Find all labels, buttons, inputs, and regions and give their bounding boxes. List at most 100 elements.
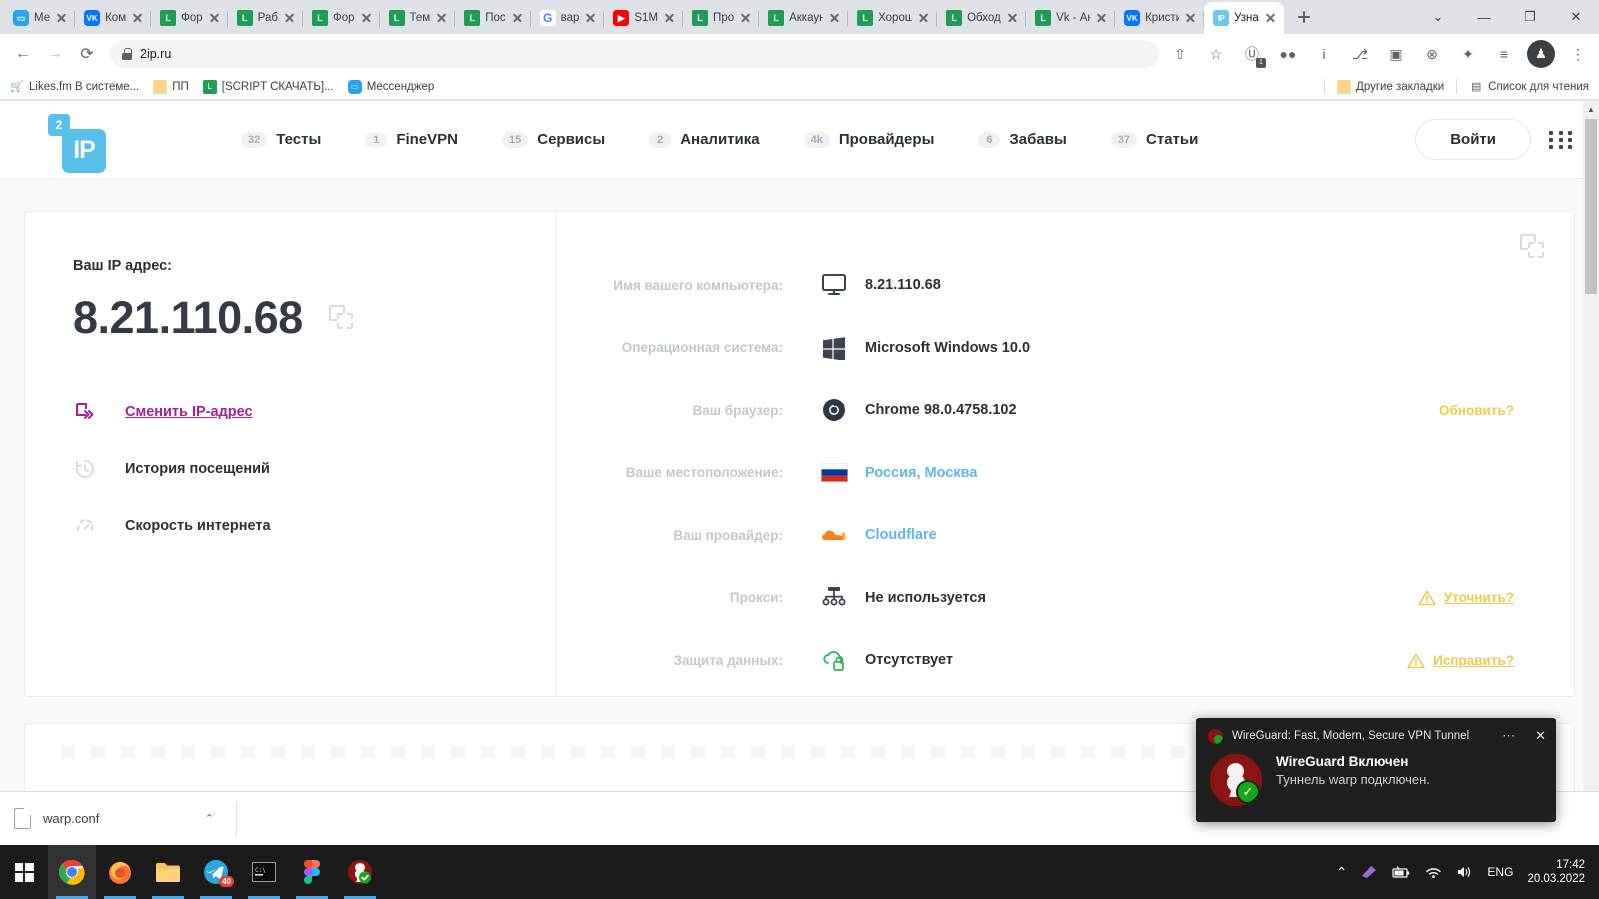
volume-icon[interactable] — [1456, 865, 1473, 879]
nav-item-1[interactable]: 1FineVPN — [365, 131, 458, 148]
close-tab-icon[interactable] — [360, 11, 374, 25]
close-tab-icon[interactable] — [55, 11, 69, 25]
extensions-puzzle-icon[interactable]: ✦ — [1455, 41, 1481, 67]
close-tab-icon[interactable] — [828, 11, 842, 25]
close-tab-icon[interactable] — [283, 11, 297, 25]
detail-value[interactable]: Россия, Москва — [865, 465, 977, 481]
figma-taskbar-icon[interactable] — [288, 845, 336, 899]
pink-extension-icon[interactable]: ⊗ — [1419, 41, 1445, 67]
tray-expand-icon[interactable]: ⌃ — [1336, 864, 1348, 881]
start-button[interactable] — [0, 845, 48, 899]
close-tab-icon[interactable] — [917, 11, 931, 25]
close-tab-icon[interactable] — [1095, 11, 1109, 25]
bookmark-item[interactable]: ПП — [153, 80, 189, 94]
close-tab-icon[interactable] — [208, 11, 222, 25]
close-window-button[interactable]: ✕ — [1553, 0, 1599, 34]
close-tab-icon[interactable] — [739, 11, 753, 25]
quick-link-0[interactable]: Сменить IP-адрес — [73, 400, 555, 424]
media-playlist-icon[interactable]: ≡ — [1491, 41, 1517, 67]
file-explorer-taskbar-icon[interactable] — [144, 845, 192, 899]
apps-grid-icon[interactable] — [1549, 127, 1575, 153]
close-tab-icon[interactable] — [131, 11, 145, 25]
scroll-up-arrow[interactable]: ▲ — [1583, 101, 1599, 118]
nav-item-3[interactable]: 2Аналитика — [649, 131, 759, 148]
detail-value[interactable]: Cloudflare — [865, 527, 937, 543]
detail-action[interactable]: Уточнить? — [1418, 590, 1514, 605]
browser-tab[interactable]: LРаб — [228, 2, 303, 34]
wireguard-taskbar-icon[interactable] — [336, 845, 384, 899]
quick-link-1[interactable]: История посещений — [73, 457, 555, 481]
copy-ip-icon[interactable] — [329, 305, 355, 331]
browser-tab[interactable]: LПро — [683, 2, 759, 34]
maximize-button[interactable]: ❐ — [1507, 0, 1553, 34]
browser-tab[interactable]: LАккаун — [759, 2, 848, 34]
close-tab-icon[interactable] — [1006, 11, 1020, 25]
wifi-icon[interactable] — [1425, 866, 1442, 879]
onedrive-purple-icon[interactable] — [1361, 865, 1377, 879]
page-scrollbar[interactable]: ▲ ▼ — [1583, 101, 1599, 845]
notification-close-icon[interactable]: ✕ — [1535, 728, 1546, 744]
download-item[interactable]: warp.conf ⌃ — [14, 808, 214, 829]
browser-tab[interactable]: LПос — [455, 2, 530, 34]
close-tab-icon[interactable] — [663, 11, 677, 25]
bookmark-item[interactable]: 🛒 Likes.fm В системе... — [10, 80, 139, 94]
close-tab-icon[interactable] — [1184, 11, 1198, 25]
address-bar[interactable]: 2ip.ru — [110, 40, 1159, 68]
browser-tab[interactable]: LФор — [151, 2, 228, 34]
close-tab-icon[interactable] — [511, 11, 525, 25]
browser-tab[interactable]: LХороше — [848, 2, 937, 34]
info-extension-icon[interactable]: i — [1311, 41, 1337, 67]
extension-eyes-icon[interactable]: ●● — [1275, 41, 1301, 67]
chrome-taskbar-icon[interactable] — [48, 845, 96, 899]
login-button[interactable]: Войти — [1415, 119, 1531, 160]
new-tab-button[interactable] — [1290, 3, 1318, 31]
firefox-taskbar-icon[interactable] — [96, 845, 144, 899]
screenshot-extension-icon[interactable]: ▣ — [1383, 41, 1409, 67]
battery-icon[interactable] — [1391, 866, 1411, 879]
clock[interactable]: 17:42 20.03.2022 — [1527, 858, 1585, 887]
share-icon[interactable]: ⇧ — [1167, 41, 1193, 67]
other-bookmarks-button[interactable]: Другие закладки — [1337, 80, 1444, 94]
browser-tab[interactable]: LФор — [303, 2, 380, 34]
nav-item-2[interactable]: 15Сервисы — [502, 131, 605, 148]
quick-link-2[interactable]: Скорость интернета — [73, 514, 555, 538]
back-button[interactable]: ← — [8, 39, 38, 69]
close-tab-icon[interactable] — [1264, 11, 1278, 25]
bookmark-item[interactable]: ▭ Мессенджер — [348, 80, 435, 94]
close-tab-icon[interactable] — [435, 11, 449, 25]
minimize-button[interactable]: — — [1461, 0, 1507, 34]
download-menu-caret-icon[interactable]: ⌃ — [205, 812, 214, 825]
language-indicator[interactable]: ENG — [1487, 865, 1513, 879]
browser-tab[interactable]: ▭Ме — [4, 2, 75, 34]
forward-button[interactable]: → — [40, 39, 70, 69]
ublock-origin-icon[interactable]: Ⓤ1 — [1239, 41, 1265, 67]
profile-avatar-icon[interactable]: ♟ — [1527, 40, 1555, 68]
nav-item-5[interactable]: 6Забавы — [978, 131, 1066, 148]
copy-details-icon[interactable] — [1520, 234, 1546, 260]
detail-action[interactable]: Обновить? — [1439, 403, 1514, 418]
nav-item-4[interactable]: 4kПровайдеры — [804, 131, 935, 148]
browser-tab[interactable]: ▶S1M — [604, 2, 683, 34]
close-tab-icon[interactable] — [584, 11, 598, 25]
detail-action[interactable]: Исправить? — [1407, 653, 1514, 668]
browser-tab[interactable]: LVk - Ак — [1026, 2, 1115, 34]
terminal-taskbar-icon[interactable]: C:\ — [240, 845, 288, 899]
bookmark-item[interactable]: L [SCRIPT СКАЧАТЬ]... — [203, 80, 334, 94]
browser-tab[interactable]: VKКом — [75, 2, 151, 34]
bookmark-star-icon[interactable]: ☆ — [1203, 41, 1229, 67]
bluetooth-extension-icon[interactable]: ⎇ — [1347, 41, 1373, 67]
nav-item-6[interactable]: 37Статьи — [1111, 131, 1199, 148]
notification-more-icon[interactable]: ⋯ — [1502, 728, 1516, 744]
browser-tab[interactable]: IPУзна — [1204, 2, 1284, 34]
nav-item-0[interactable]: 32Тесты — [241, 131, 321, 148]
browser-tab[interactable]: VKКристи — [1115, 2, 1204, 34]
chrome-menu-icon[interactable]: ⋮ — [1565, 41, 1591, 67]
telegram-taskbar-icon[interactable]: 40 — [192, 845, 240, 899]
site-logo[interactable]: 2 IP — [42, 112, 98, 168]
browser-tab[interactable]: LОбходи — [937, 2, 1026, 34]
browser-tab[interactable]: Gвар — [531, 2, 605, 34]
wireguard-notification[interactable]: WireGuard: Fast, Modern, Secure VPN Tunn… — [1196, 718, 1556, 822]
reading-list-button[interactable]: ▤ Список для чтения — [1469, 80, 1589, 94]
tab-search-button[interactable]: ⌄ — [1415, 0, 1461, 34]
scrollbar-thumb[interactable] — [1585, 119, 1597, 294]
